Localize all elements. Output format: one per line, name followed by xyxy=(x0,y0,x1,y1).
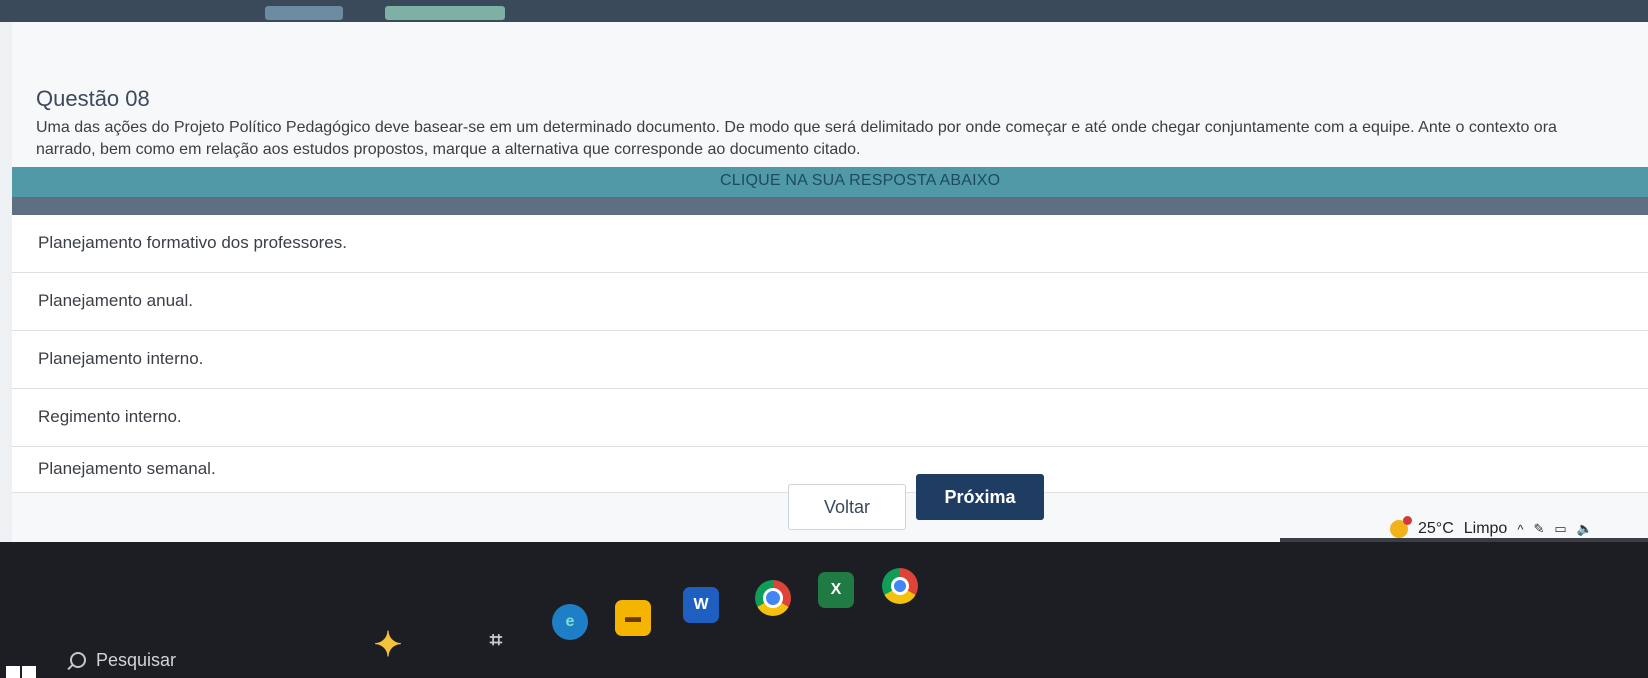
question-text-line1: Uma das ações do Projeto Político Pedagó… xyxy=(36,119,1557,136)
chrome-profile-icon[interactable] xyxy=(882,568,918,604)
quiz-screen: Uma das ações do Projeto Político Pedagó… xyxy=(0,22,1648,542)
answer-option[interactable]: Planejamento formativo dos professores. xyxy=(12,215,1648,273)
taskbar: Pesquisar ✦ ⌗ e ▬ W X xyxy=(0,542,1648,678)
chevron-up-icon[interactable]: ^ xyxy=(1517,522,1523,537)
copilot-icon[interactable]: ✦ xyxy=(370,626,406,664)
browser-tab[interactable] xyxy=(385,6,505,20)
edge-icon[interactable]: e xyxy=(552,604,588,640)
browser-tab[interactable] xyxy=(265,6,343,20)
question-title: Questão 08 xyxy=(36,86,150,111)
speaker-icon[interactable]: 🔈 xyxy=(1577,521,1593,537)
answer-option[interactable]: Planejamento interno. xyxy=(12,331,1648,389)
widgets-icon[interactable]: ⌗ xyxy=(478,622,514,658)
search-icon xyxy=(70,652,86,668)
answer-option-label: Planejamento anual. xyxy=(38,291,194,310)
question-text-line2: narrado, bem como em relação aos estudos… xyxy=(36,141,861,158)
answer-option[interactable]: Regimento interno. xyxy=(12,389,1648,447)
search-label: Pesquisar xyxy=(96,649,177,670)
instruction-strip xyxy=(12,197,1648,215)
pen-icon[interactable]: ✎ xyxy=(1533,521,1544,537)
word-icon[interactable]: W xyxy=(683,587,719,623)
taskbar-search[interactable]: Pesquisar xyxy=(70,647,290,673)
weather-icon[interactable] xyxy=(1390,516,1412,538)
battery-icon[interactable]: ▭ xyxy=(1554,521,1566,537)
windows-start-icon[interactable] xyxy=(6,666,36,678)
chrome-icon[interactable] xyxy=(755,580,791,616)
excel-icon[interactable]: X xyxy=(818,572,854,608)
next-button[interactable]: Próxima xyxy=(916,474,1044,520)
answer-option-label: Regimento interno. xyxy=(38,407,182,426)
instruction-label: CLIQUE NA SUA RESPOSTA ABAIXO xyxy=(720,172,1001,189)
answer-option-label: Planejamento interno. xyxy=(38,349,204,368)
answer-option[interactable]: Planejamento anual. xyxy=(12,273,1648,331)
file-explorer-icon[interactable]: ▬ xyxy=(615,600,651,636)
temperature-label[interactable]: 25°C xyxy=(1418,520,1454,538)
back-button[interactable]: Voltar xyxy=(788,484,906,530)
answer-option-label: Planejamento formativo dos professores. xyxy=(38,233,347,252)
browser-top-bar xyxy=(0,0,1648,22)
weather-label[interactable]: Limpo xyxy=(1464,520,1508,538)
answer-option-label: Planejamento semanal. xyxy=(38,459,216,478)
